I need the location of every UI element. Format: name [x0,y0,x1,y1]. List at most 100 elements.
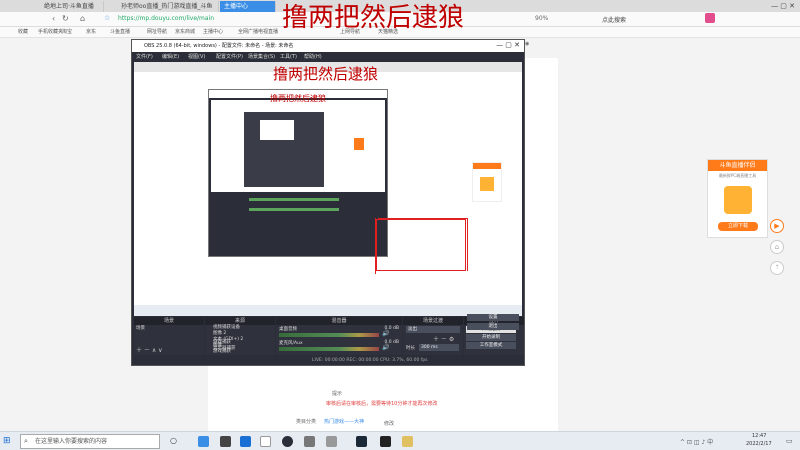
captured-ad-widget [472,162,502,202]
home-icon[interactable]: ⌂ [80,14,85,23]
studio-mode-button[interactable]: 工作室模式 [466,342,516,349]
edit-link[interactable]: 修改 [384,420,394,427]
scene-item[interactable]: 场景 [136,326,145,332]
sources-dock-title: 来源 [205,317,275,325]
obs-menu-view[interactable]: 视图(V) [188,52,205,62]
ad-title: 斗鱼直播伴侣 [708,160,767,171]
app-icon[interactable] [326,436,337,447]
obs-icon[interactable] [282,436,293,447]
start-recording-button[interactable]: 开始录制 [466,334,516,341]
captured-taskbar [134,305,522,316]
mixer-dock-title: 混音器 [276,317,402,325]
tab-2-active[interactable]: 主播中心 [220,1,276,12]
edge-icon[interactable] [240,436,251,447]
clock-time[interactable]: 12:47 [752,433,766,439]
tab-1[interactable]: 孙老师oo直播_热门游戏直播_斗鱼 [117,1,219,12]
bookmark-item[interactable]: 斗鱼直播 [110,27,130,38]
app-icon[interactable] [402,436,413,447]
captured-meter [249,198,339,201]
ad-download-button[interactable]: 立即下载 [718,222,758,231]
captured-nested-obs [244,112,324,187]
transition-select[interactable]: 淡出 [406,326,460,333]
bookmark-item[interactable]: 京东 [86,27,96,38]
category-value[interactable]: 热门游戏——大神 [324,418,364,425]
captured-obs-window [208,89,388,257]
scenes-dock: 场景 ＋ － ∧ ∨ [134,325,204,355]
speaker-icon[interactable]: 🔊 [382,330,389,337]
ad-logo-icon [724,186,752,214]
obs-menu-bar: 文件(F) 编辑(E) 视图(V) 配置文件(P) 场景集合(S) 工具(T) … [132,52,524,62]
app-icon[interactable] [705,13,715,23]
mixer-track-name: 麦克风/Aux [279,341,303,346]
scene-controls[interactable]: ＋ － ∧ ∨ [136,345,163,354]
obs-window-controls[interactable]: — ▢ ✕ [496,41,520,49]
notice-text: 审核后请在审核后，需要等待10分钟才能再次修改 [326,401,438,407]
star-icon[interactable]: ☆ [104,14,110,22]
zoom-level[interactable]: 90% [535,15,548,22]
exit-button[interactable]: 退出 [467,323,519,330]
app-icon[interactable] [304,436,315,447]
tray-icons[interactable]: ^ ⊡ ◫ ♪ 中 [680,437,713,446]
steam-icon[interactable] [356,436,367,447]
obs-title-bar: OBS 25.0.8 (64-bit, windows) - 配置文件: 未命名… [132,40,524,52]
captured-ad-logo [480,177,494,191]
sources-extra: 游戏捕获 显示器捕获 [205,336,275,356]
user-avatar[interactable]: ◉ [525,41,585,51]
notice-title: 提示 [332,391,343,397]
bookmark-item[interactable]: 主播中心 [203,27,223,38]
clock-date[interactable]: 2022/2/17 [746,441,772,447]
speaker-icon[interactable]: 🔊 [382,344,389,351]
obs-menu-file[interactable]: 文件(F) [136,52,153,62]
captured-ad-header [473,163,501,169]
obs-status-text: LIVE: 00:00:00 REC: 00:00:00 CPU: 3.7%, … [312,358,428,363]
duration-input[interactable]: 300 ms [419,344,459,351]
bookmark-item[interactable]: 收藏 [18,27,28,38]
bookmark-item[interactable]: 手机收藏夹 [38,27,63,38]
transition-add-remove[interactable]: ＋ － ⚙ [433,334,454,343]
obs-menu-scene-collection[interactable]: 场景集合(S) [248,52,275,62]
scenes-dock-title: 场景 [134,317,204,325]
nested-overlay-title: 撸两把然后逮狼 [270,94,326,103]
obs-preview-canvas[interactable] [134,62,522,316]
back-icon[interactable]: ‹ [52,14,55,23]
task-view-icon[interactable]: ○ [170,436,177,445]
obs-menu-edit[interactable]: 编辑(E) [162,52,179,62]
captured-ad-icon [354,138,364,150]
taskbar-search-input[interactable]: 在这里输入你要搜索的内容 [20,434,160,449]
captured-nested-preview [260,120,294,140]
reload-icon[interactable]: ↻ [62,14,69,23]
bookmark-item[interactable]: 网址导航 [147,27,167,38]
obs-menu-help[interactable]: 帮助(H) [304,52,322,62]
window-controls[interactable]: — ▢ ✕ [725,2,795,10]
source-item[interactable]: 显示器捕获 [213,346,236,352]
top-icon[interactable]: ⇡ [770,261,784,275]
app-icon[interactable] [380,436,391,447]
search-icon: ⌕ [24,437,28,445]
app-icon[interactable] [220,436,231,447]
browser-icon[interactable] [198,436,209,447]
windows-taskbar: ⊞ 在这里输入你要搜索的内容 ⌕ ○ ^ ⊡ ◫ ♪ 中 12:47 2022/… [0,431,800,450]
bookmark-item[interactable]: 淘宝 [62,27,72,38]
obs-menu-tools[interactable]: 工具(T) [280,52,297,62]
settings-button[interactable]: 设置 [467,314,519,321]
search-box-label[interactable]: 点此搜索 [602,15,626,24]
captured-overlay-title: 撸两把然后逮狼 [273,65,379,83]
bookmark-item[interactable]: 京东商城 [175,27,195,38]
captured-meter [249,208,339,211]
app-icon[interactable] [260,436,271,447]
windows-start-icon[interactable]: ⊞ [3,436,11,446]
duration-label: 时长 [406,346,415,351]
streaming-assistant-ad[interactable]: 斗鱼直播伴侣 最新鲜PC端直播工具 立即下载 [707,159,768,238]
mixer-track-name: 桌面音频 [279,327,297,332]
transitions-dock: 淡出 ＋ － ⚙ 时长 300 ms [403,325,463,355]
transitions-dock-title: 场景过渡 [403,317,463,325]
home-icon[interactable]: ⌂ [770,240,784,254]
obs-menu-profile[interactable]: 配置文件(P) [216,52,243,62]
obs-status-bar: LIVE: 00:00:00 REC: 00:00:00 CPU: 3.7%, … [132,356,524,365]
mixer-dock: 桌面音频 0.0 dB 🔊 麦克风/Aux 0.0 dB 🔊 [276,325,402,355]
play-icon[interactable]: ▶ [770,219,784,233]
mixer-meter-desktop [279,333,379,337]
tab-0[interactable]: 绝地上司·斗鱼直播 [40,1,104,12]
bookmark-item[interactable]: 全网广播电视直播 [238,27,278,38]
notification-icon[interactable]: ▭ [786,437,793,445]
